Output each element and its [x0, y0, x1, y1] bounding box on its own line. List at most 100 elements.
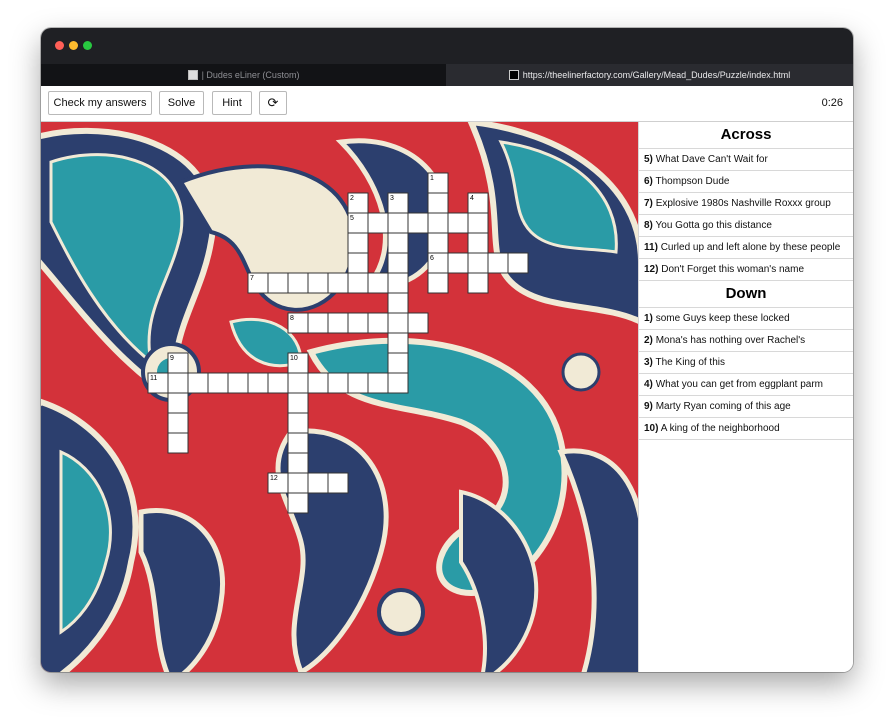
- grid-cell[interactable]: [467, 212, 489, 234]
- grid-cell[interactable]: [427, 212, 449, 234]
- check-answers-button[interactable]: Check my answers: [48, 91, 152, 115]
- grid-cell[interactable]: [367, 272, 389, 294]
- grid-cell[interactable]: [347, 272, 369, 294]
- clue-number: 2): [644, 335, 653, 346]
- tab-label: https://theelinerfactory.com/Gallery/Mea…: [522, 70, 791, 80]
- grid-cell[interactable]: [347, 232, 369, 254]
- tab-puzzle-url[interactable]: https://theelinerfactory.com/Gallery/Mea…: [446, 64, 853, 86]
- close-window-button[interactable]: [55, 41, 64, 50]
- clue-down-9[interactable]: 9) Marty Ryan coming of this age: [639, 396, 853, 418]
- grid-cell[interactable]: [387, 352, 409, 374]
- grid-cell[interactable]: [407, 312, 429, 334]
- grid-cell[interactable]: [427, 192, 449, 214]
- grid-cell[interactable]: [287, 492, 309, 514]
- grid-cell[interactable]: [467, 272, 489, 294]
- grid-cell[interactable]: [287, 372, 309, 394]
- minimize-window-button[interactable]: [69, 41, 78, 50]
- solve-button[interactable]: Solve: [159, 91, 204, 115]
- title-bar: [41, 28, 853, 64]
- cell-number: 3: [390, 195, 394, 202]
- clue-across-5[interactable]: 5) What Dave Can't Wait for: [639, 149, 853, 171]
- clue-across-11[interactable]: 11) Curled up and left alone by these pe…: [639, 237, 853, 259]
- grid-cell[interactable]: [307, 312, 329, 334]
- grid-cell[interactable]: [167, 412, 189, 434]
- grid-cell[interactable]: [327, 272, 349, 294]
- maximize-window-button[interactable]: [83, 41, 92, 50]
- grid-cell[interactable]: [467, 232, 489, 254]
- clue-down-2[interactable]: 2) Mona's has nothing over Rachel's: [639, 330, 853, 352]
- grid-cell[interactable]: [407, 212, 429, 234]
- grid-cell[interactable]: [387, 272, 409, 294]
- grid-cell[interactable]: [427, 232, 449, 254]
- grid-cell[interactable]: [207, 372, 229, 394]
- clue-number: 11): [644, 242, 658, 253]
- clues-panel: Across 5) What Dave Can't Wait for 6) Th…: [638, 122, 853, 672]
- clue-text: Marty Ryan coming of this age: [655, 401, 791, 412]
- tab-label: | Dudes eLiner (Custom): [201, 70, 300, 80]
- across-heading: Across: [639, 122, 853, 149]
- grid-cell[interactable]: [387, 232, 409, 254]
- cell-number: 6: [430, 255, 434, 262]
- grid-cell[interactable]: [387, 332, 409, 354]
- clue-across-8[interactable]: 8) You Gotta go this distance: [639, 215, 853, 237]
- cell-number: 11: [150, 375, 157, 382]
- grid-cell[interactable]: [187, 372, 209, 394]
- hint-button[interactable]: Hint: [212, 91, 252, 115]
- grid-cell[interactable]: [327, 372, 349, 394]
- grid-cell[interactable]: [267, 272, 289, 294]
- grid-cell[interactable]: [367, 212, 389, 234]
- grid-cell[interactable]: [367, 372, 389, 394]
- grid-cell[interactable]: [367, 312, 389, 334]
- grid-cell[interactable]: [287, 472, 309, 494]
- cell-number: 10: [290, 355, 298, 362]
- grid-cell[interactable]: [227, 372, 249, 394]
- grid-cell[interactable]: [387, 292, 409, 314]
- clue-number: 12): [644, 264, 659, 275]
- grid-cell[interactable]: [307, 372, 329, 394]
- clue-down-3[interactable]: 3) The King of this: [639, 352, 853, 374]
- grid-cell[interactable]: [387, 212, 409, 234]
- grid-cell[interactable]: [247, 372, 269, 394]
- grid-cell[interactable]: [307, 472, 329, 494]
- clue-across-7[interactable]: 7) Explosive 1980s Nashville Roxxx group: [639, 193, 853, 215]
- favicon-icon: [508, 70, 519, 80]
- grid-cell[interactable]: [287, 412, 309, 434]
- grid-cell[interactable]: [167, 432, 189, 454]
- grid-cell[interactable]: [347, 372, 369, 394]
- clue-text: You Gotta go this distance: [655, 220, 772, 231]
- clue-down-4[interactable]: 4) What you can get from eggplant parm: [639, 374, 853, 396]
- cell-number: 2: [350, 195, 354, 202]
- clue-across-6[interactable]: 6) Thompson Dude: [639, 171, 853, 193]
- grid-cell[interactable]: [347, 312, 369, 334]
- clue-text: Don't Forget this woman's name: [661, 264, 805, 275]
- clue-down-10[interactable]: 10) A king of the neighborhood: [639, 418, 853, 440]
- grid-cell[interactable]: [327, 472, 349, 494]
- clue-text: Explosive 1980s Nashville Roxxx group: [655, 198, 831, 209]
- crossword-board: 1 2 3 4 5 6 7 8 9 10 11 12: [41, 122, 638, 672]
- grid-cell[interactable]: [287, 432, 309, 454]
- grid-cell[interactable]: [427, 272, 449, 294]
- grid-cell[interactable]: [267, 372, 289, 394]
- grid-cell[interactable]: [447, 212, 469, 234]
- grid-cell[interactable]: [167, 392, 189, 414]
- clue-number: 1): [644, 313, 653, 324]
- grid-cell[interactable]: [347, 252, 369, 274]
- browser-window: | Dudes eLiner (Custom) https://theeline…: [41, 28, 853, 672]
- tab-dudes-eliner[interactable]: | Dudes eLiner (Custom): [41, 64, 446, 86]
- grid-cell[interactable]: [387, 312, 409, 334]
- grid-cell[interactable]: [447, 252, 469, 274]
- grid-cell[interactable]: [287, 392, 309, 414]
- clue-down-1[interactable]: 1) some Guys keep these locked: [639, 308, 853, 330]
- grid-cell[interactable]: [327, 312, 349, 334]
- reset-button[interactable]: ⟳: [259, 91, 287, 115]
- grid-cell[interactable]: [287, 272, 309, 294]
- grid-cell[interactable]: [167, 372, 189, 394]
- grid-cell[interactable]: [387, 372, 409, 394]
- grid-cell[interactable]: [507, 252, 529, 274]
- grid-cell[interactable]: [487, 252, 509, 274]
- clue-across-12[interactable]: 12) Don't Forget this woman's name: [639, 259, 853, 281]
- grid-cell[interactable]: [307, 272, 329, 294]
- grid-cell[interactable]: [387, 252, 409, 274]
- grid-cell[interactable]: [287, 452, 309, 474]
- grid-cell[interactable]: [467, 252, 489, 274]
